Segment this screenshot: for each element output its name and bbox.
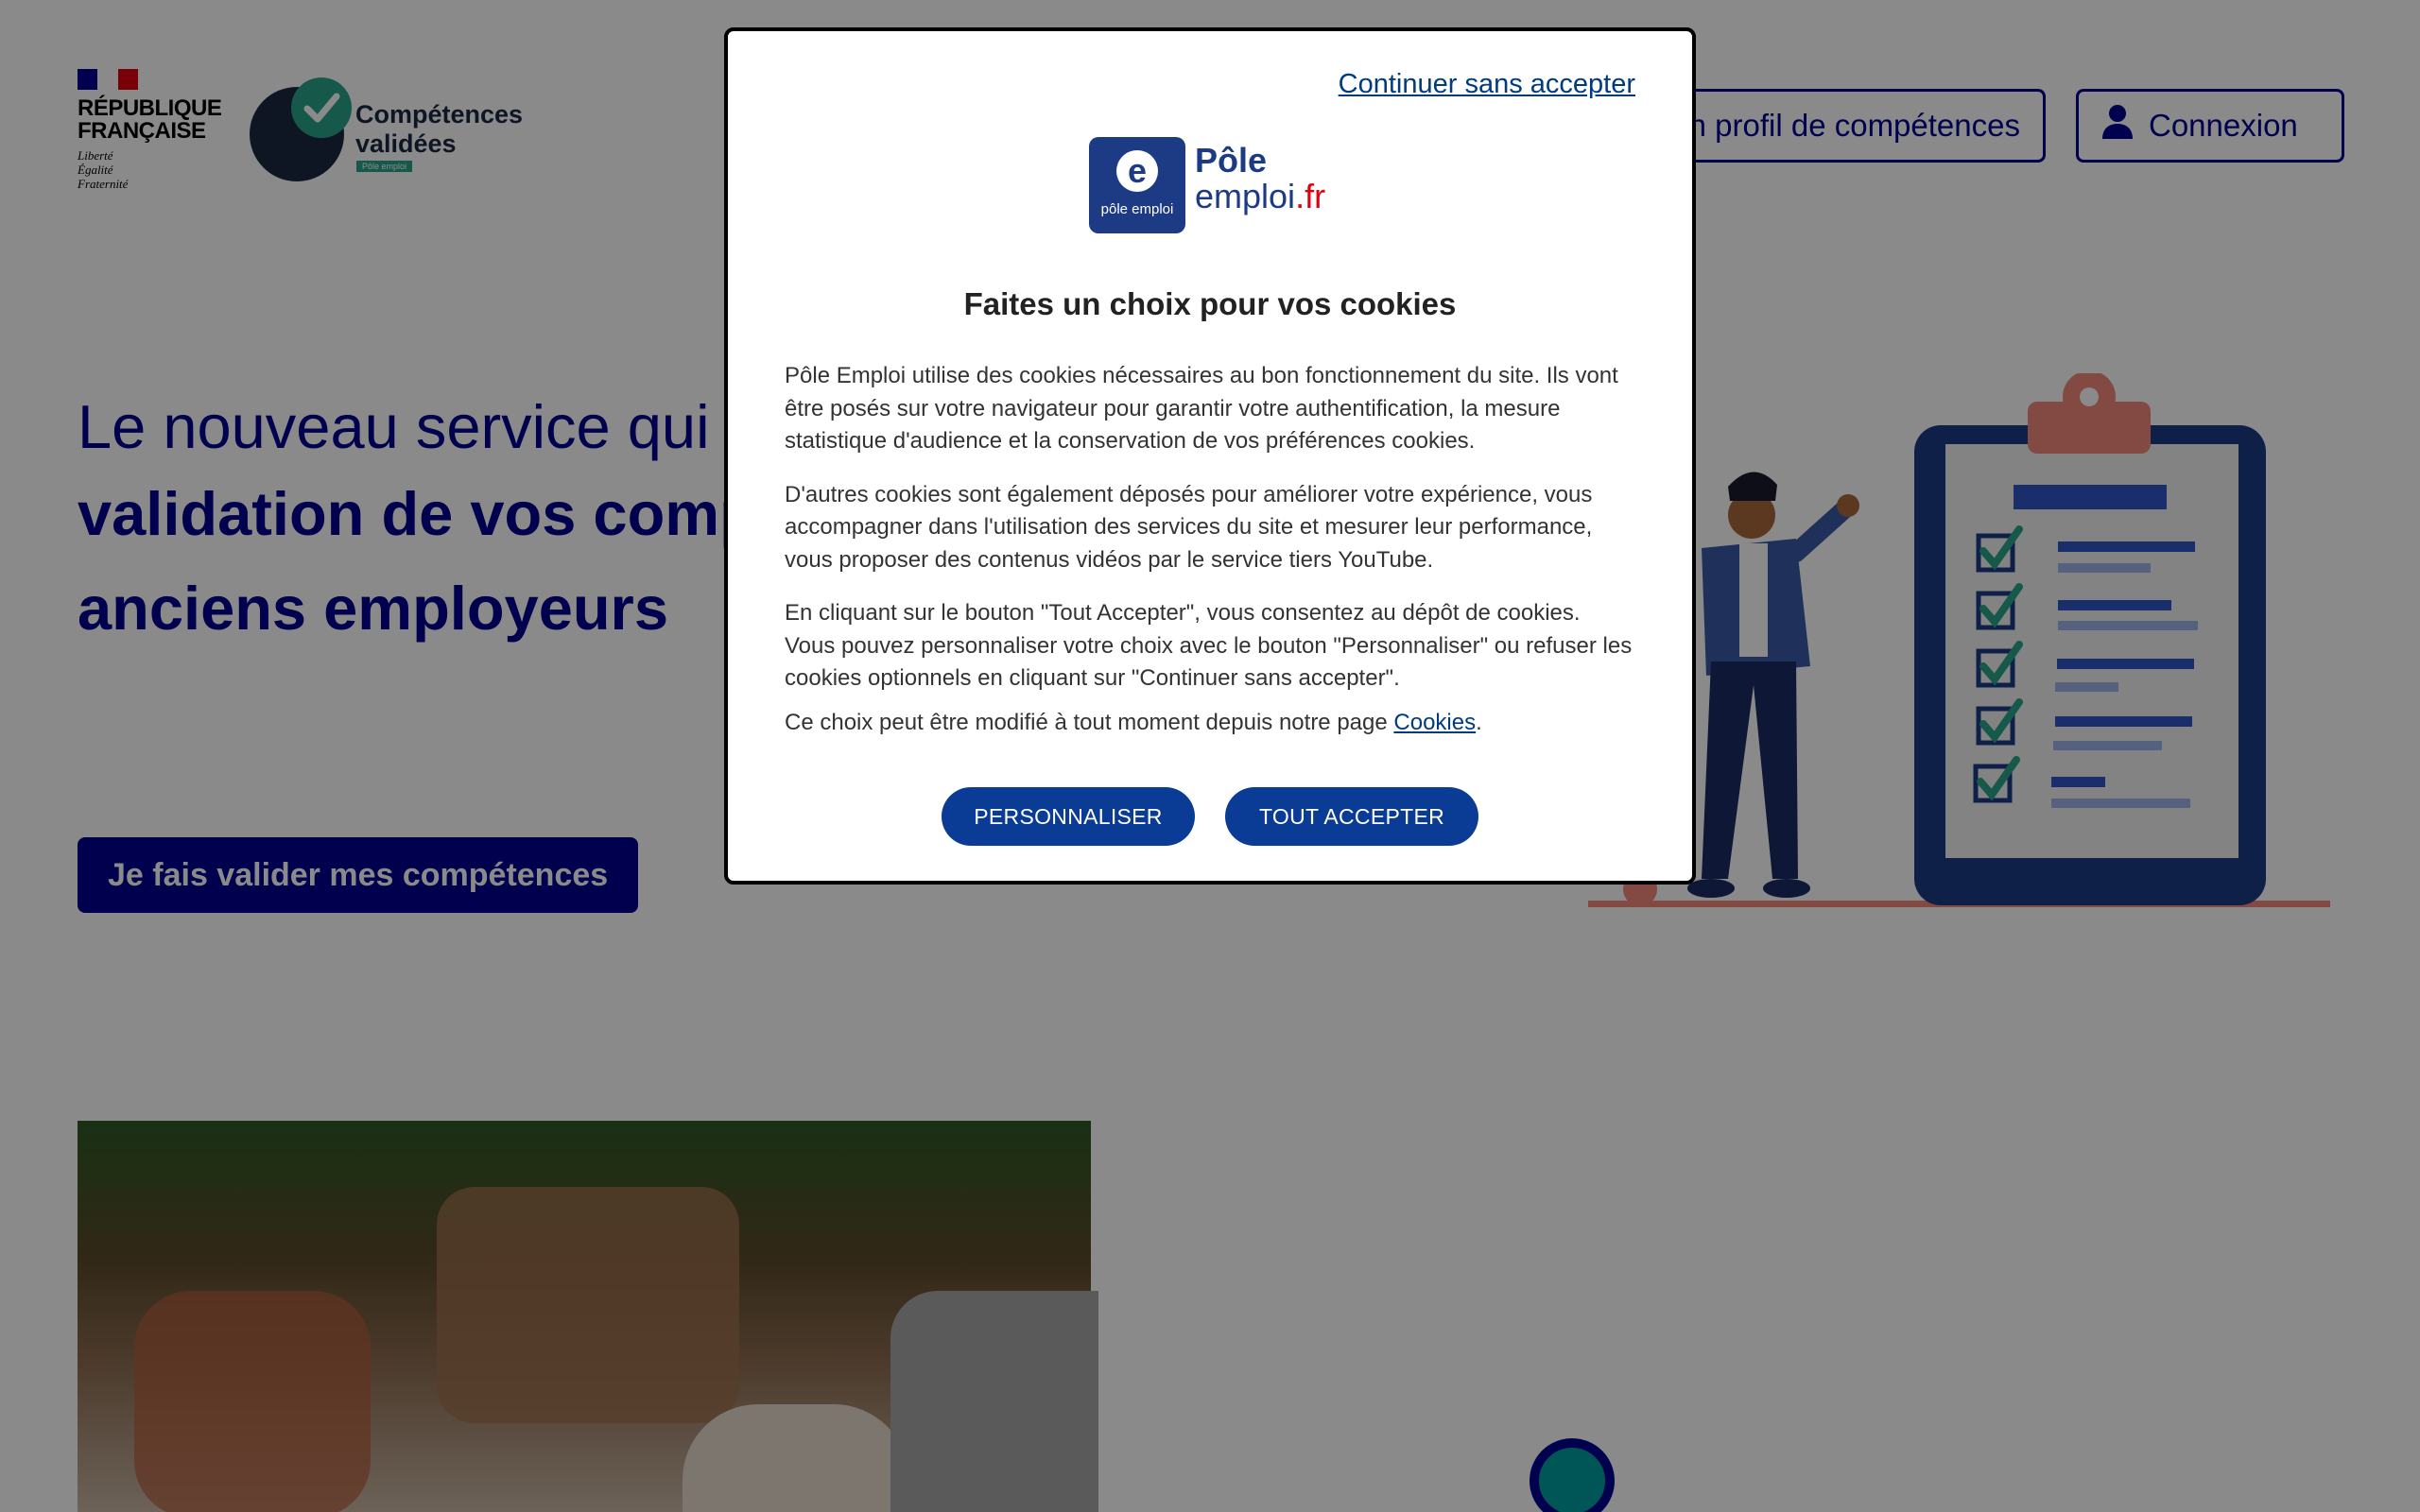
cookie-modal-body: Pôle Emploi utilise des cookies nécessai… — [785, 360, 1635, 760]
cookie-modal-title: Faites un choix pour vos cookies — [963, 286, 1457, 321]
cookie-paragraph-3: En cliquant sur le bouton "Tout Accepter… — [785, 600, 1633, 691]
pole-emploi-logo-square: e pôle emploi — [1089, 137, 1185, 233]
cookie-paragraph-2: D'autres cookies sont également déposés … — [785, 481, 1593, 573]
cookie-consent-modal: Continuer sans accepter e pôle emploi Pô… — [724, 27, 1696, 885]
cookie-paragraph-4: Ce choix peut être modifié à tout moment… — [785, 709, 1482, 735]
pole-emploi-logo: e pôle emploi Pôle emploi.fr — [1089, 137, 1354, 235]
pole-emploi-e-icon: e — [1116, 150, 1158, 192]
continue-without-accepting-link[interactable]: Continuer sans accepter — [1339, 69, 1635, 100]
cookie-paragraph-1: Pôle Emploi utilise des cookies nécessai… — [785, 363, 1618, 454]
customize-button[interactable]: PERSONNALISER — [942, 787, 1195, 846]
pole-emploi-logo-square-text: pôle emploi — [1100, 201, 1174, 217]
cookies-page-link[interactable]: Cookies — [1393, 710, 1476, 735]
cookie-modal-actions: PERSONNALISER TOUT ACCEPTER — [728, 787, 1692, 846]
pole-emploi-wordmark: Pôle emploi.fr — [1195, 141, 1326, 215]
accept-all-button[interactable]: TOUT ACCEPTER — [1225, 787, 1478, 846]
